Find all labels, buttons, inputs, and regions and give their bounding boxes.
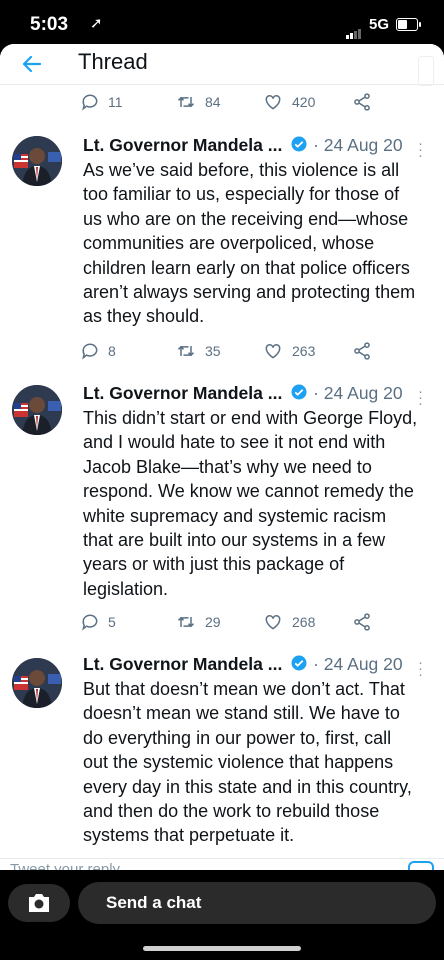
tweet-header: Lt. Governor Mandela ... · 24 Aug 20 [83,383,403,406]
reply-button[interactable]: 8 [80,341,116,361]
tweet-header: Lt. Governor Mandela ... · 24 Aug 20 [83,654,403,677]
home-indicator[interactable] [143,946,301,951]
reply-icon [82,343,98,360]
like-count: 263 [292,343,316,359]
retweet-icon [177,96,195,108]
retweet-button[interactable]: 84 [175,92,221,112]
verified-badge-icon [290,654,308,677]
avatar[interactable] [12,658,62,708]
avatar[interactable] [12,136,62,186]
tweet-date[interactable]: · 24 Aug 20 [313,654,403,674]
tweet-date[interactable]: · 24 Aug 20 [313,135,403,155]
more-options-icon[interactable]: · · · [418,384,423,411]
author-name[interactable]: Lt. Governor Mandela ... [83,654,282,674]
back-arrow-icon[interactable] [20,52,44,81]
tweet-text: But that doesn’t mean we don’t act. That… [83,679,412,846]
share-button[interactable] [352,341,372,361]
tweet-actions: 5 29 268 [80,612,420,636]
more-options-icon[interactable]: · · · [418,136,423,163]
thread-view: Thread 11 84 420 Lt. Governor Mandela ..… [0,44,444,870]
heart-icon [265,94,281,110]
reply-bar[interactable]: Tweet your reply [0,858,444,870]
reply-count: 8 [108,343,116,359]
chat-placeholder: Send a chat [106,893,202,912]
tweet-actions: 8 35 263 [80,341,420,365]
reply-input[interactable]: Tweet your reply [10,861,120,870]
camera-icon[interactable] [408,861,434,870]
retweet-button[interactable]: 29 [175,612,221,632]
author-name[interactable]: Lt. Governor Mandela ... [83,383,282,403]
retweet-button[interactable]: 35 [175,341,221,361]
like-button[interactable]: 263 [262,341,315,361]
location-arrow-icon: ➚ [90,15,103,32]
verified-badge-icon [290,383,308,406]
retweet-icon [177,616,195,628]
heart-icon [265,614,281,630]
tweet-actions: 11 84 420 [80,92,420,116]
more-options-icon[interactable]: · · · [418,655,423,682]
tweet-text: This didn’t start or end with George Flo… [83,408,418,599]
reply-count: 11 [108,94,123,110]
signal-icon [346,21,362,39]
reply-icon [82,94,98,111]
chat-input[interactable]: Send a chat [78,882,436,924]
reply-button[interactable]: 5 [80,612,116,632]
camera-button[interactable] [8,884,70,922]
network-type: 5G [369,16,390,33]
status-bar: 5:03 ➚ 5G [0,0,444,44]
reply-icon [82,614,98,631]
reply-count: 5 [108,614,116,630]
tweet-date[interactable]: · 24 Aug 20 [313,383,403,403]
heart-icon [265,343,281,359]
share-button[interactable] [352,92,372,112]
chat-bar: Send a chat [0,870,444,960]
status-time: 5:03 [30,14,69,35]
thread-header: Thread [0,44,444,86]
share-icon [354,613,370,631]
like-button[interactable]: 268 [262,612,315,632]
retweet-count: 35 [205,343,221,359]
reply-button[interactable]: 11 [80,92,123,112]
share-icon [354,93,370,111]
verified-badge-icon [290,135,308,158]
page-title: Thread [78,49,148,74]
camera-icon [29,894,49,912]
battery-icon [396,18,421,31]
author-name[interactable]: Lt. Governor Mandela ... [83,135,282,155]
avatar[interactable] [12,385,62,435]
retweet-icon [177,345,195,357]
like-count: 268 [292,614,316,630]
scroll-indicator [418,56,434,86]
like-button[interactable]: 420 [262,92,315,112]
like-count: 420 [292,94,316,110]
share-button[interactable] [352,612,372,632]
retweet-count: 29 [205,614,221,630]
tweet-header: Lt. Governor Mandela ... · 24 Aug 20 [83,135,403,158]
tweet-text: As we’ve said before, this violence is a… [83,160,416,327]
retweet-count: 84 [205,94,221,110]
share-icon [354,342,370,360]
